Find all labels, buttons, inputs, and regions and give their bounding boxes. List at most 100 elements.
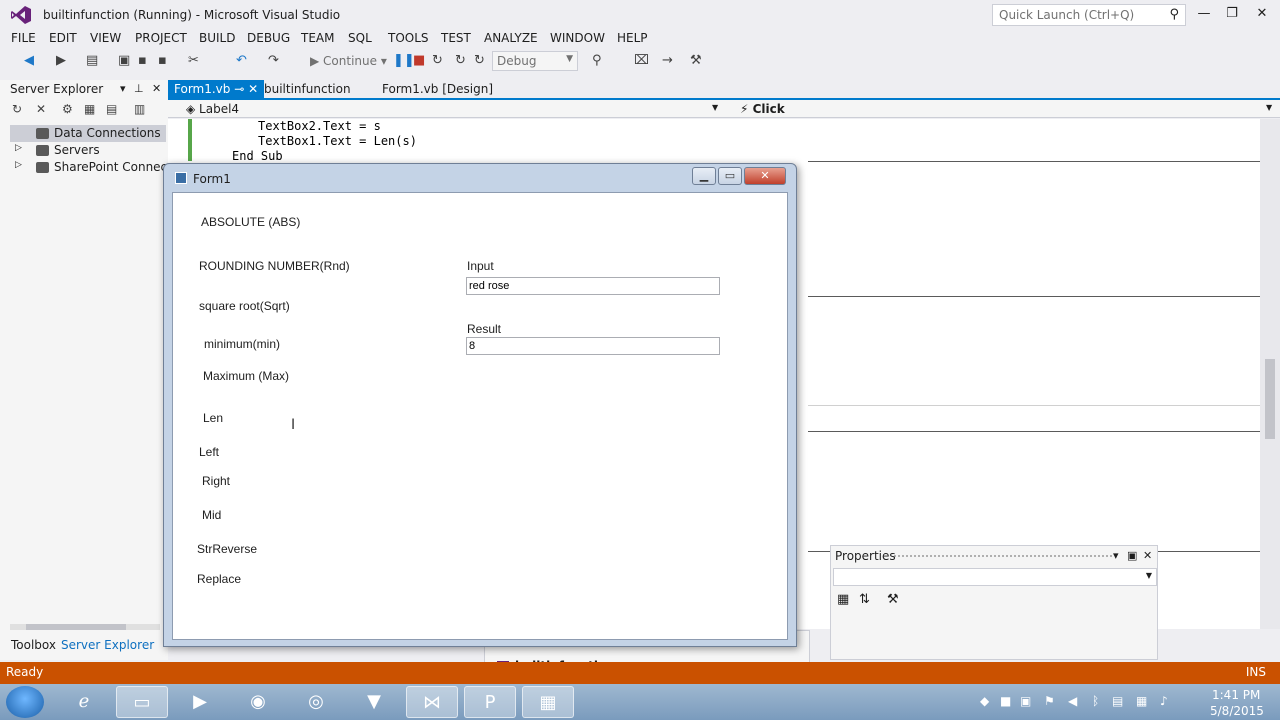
redo-icon[interactable]: ↷	[268, 53, 279, 69]
close-icon[interactable]: ✕	[744, 167, 786, 185]
chrome-icon[interactable]: ◎	[290, 686, 342, 718]
scrollbar-thumb[interactable]	[1265, 359, 1275, 439]
close-icon[interactable]: ✕	[248, 82, 258, 96]
menu-build[interactable]: BUILD	[199, 31, 235, 45]
property-pages-icon[interactable]: ⚒	[887, 592, 899, 607]
menu-tools[interactable]: TOOLS	[388, 31, 429, 45]
menu-analyze[interactable]: ANALYZE	[484, 31, 538, 45]
tray-app-icon[interactable]: ■	[1000, 694, 1011, 708]
navigate-icon[interactable]: →	[662, 53, 673, 69]
open-file-icon[interactable]: ▣	[118, 53, 130, 69]
label-len[interactable]: Len	[203, 411, 223, 425]
firefox-icon[interactable]: ◉	[232, 686, 284, 718]
clock-time[interactable]: 1:41 PM	[1212, 688, 1260, 702]
save-all-icon[interactable]: ▪	[158, 53, 167, 69]
find-icon[interactable]: ⚲	[592, 53, 602, 69]
bookmark-icon[interactable]: ⌧	[634, 53, 649, 69]
menu-sql[interactable]: SQL	[348, 31, 372, 45]
file-explorer-icon[interactable]: ▭	[116, 686, 168, 718]
object-selector[interactable]: ▼	[833, 568, 1157, 586]
maximize-icon[interactable]: ▣	[1127, 549, 1137, 562]
volume-icon[interactable]: ◀	[1068, 694, 1077, 708]
media-player-icon[interactable]: ▶	[174, 686, 226, 718]
categorized-icon[interactable]: ▦	[837, 592, 849, 607]
label-mid[interactable]: Mid	[202, 508, 221, 522]
search-icon[interactable]: ⚲	[1169, 7, 1179, 22]
dropdown-icon[interactable]: ▾	[120, 82, 126, 95]
label-min[interactable]: minimum(min)	[204, 337, 280, 351]
object-dropdown[interactable]: ◈ Label4	[186, 102, 239, 116]
minimize-icon[interactable]: —	[1190, 4, 1218, 24]
back-icon[interactable]: ◀	[24, 53, 34, 69]
properties-icon[interactable]: ▥	[134, 102, 145, 116]
connect-server-icon[interactable]: ▦	[84, 102, 95, 116]
close-icon[interactable]: ✕	[152, 82, 161, 95]
label-rnd[interactable]: ROUNDING NUMBER(Rnd)	[199, 259, 350, 273]
tray-app-icon[interactable]: ◆	[980, 694, 989, 708]
restore-icon[interactable]: ❐	[1218, 4, 1246, 24]
expand-icon[interactable]: ▷	[15, 160, 22, 170]
quick-launch-input[interactable]: Quick Launch (Ctrl+Q) ⚲	[992, 4, 1186, 26]
menu-help[interactable]: HELP	[617, 31, 648, 45]
tab-toolbox[interactable]: Toolbox	[11, 638, 56, 652]
menu-team[interactable]: TEAM	[301, 31, 334, 45]
label-right[interactable]: Right	[202, 474, 230, 488]
cut-icon[interactable]: ✂	[188, 53, 199, 69]
tree-item-data-connections[interactable]: Data Connections	[10, 125, 166, 142]
label-left[interactable]: Left	[199, 445, 219, 459]
tree-item-sharepoint[interactable]: ▷ SharePoint Connectio	[10, 159, 166, 176]
bluetooth-icon[interactable]: ᛒ	[1092, 694, 1099, 708]
tree-item-servers[interactable]: ▷ Servers	[10, 142, 166, 159]
pin-icon[interactable]: ⊥	[134, 82, 144, 95]
refresh-icon[interactable]: ↻	[474, 53, 485, 69]
running-form-taskbar-icon[interactable]: ▦	[522, 686, 574, 718]
stop-icon[interactable]: ✕	[36, 102, 46, 116]
minimize-icon[interactable]: ▁	[692, 167, 716, 185]
tab-builtinfunction[interactable]: builtinfunction	[258, 80, 357, 98]
chevron-down-icon[interactable]: ▼	[1266, 103, 1272, 112]
menu-file[interactable]: FILE	[11, 31, 36, 45]
connect-database-icon[interactable]: ⚙	[62, 102, 73, 116]
tray-app-icon[interactable]: ▣	[1020, 694, 1031, 708]
label-sqrt[interactable]: square root(Sqrt)	[199, 299, 290, 313]
menu-debug[interactable]: DEBUG	[247, 31, 290, 45]
menu-project[interactable]: PROJECT	[135, 31, 187, 45]
show-next-statement-icon[interactable]: ↻	[455, 53, 466, 69]
label-max[interactable]: Maximum (Max)	[203, 369, 289, 383]
undo-icon[interactable]: ↶	[236, 53, 247, 69]
expand-icon[interactable]: ▷	[15, 143, 22, 153]
form1-title-bar[interactable]: Form1 ▁ ▭ ✕	[164, 164, 796, 192]
result-textbox[interactable]: 8	[466, 337, 720, 355]
start-button[interactable]	[6, 686, 44, 718]
network-icon[interactable]: ▤	[1112, 694, 1123, 708]
panel-grip[interactable]	[893, 554, 1113, 559]
input-textbox[interactable]: red rose	[466, 277, 720, 295]
tab-server-explorer[interactable]: Server Explorer	[61, 638, 154, 652]
menu-edit[interactable]: EDIT	[49, 31, 77, 45]
horizontal-scrollbar[interactable]	[10, 624, 160, 630]
maximize-icon[interactable]: ▭	[718, 167, 742, 185]
vertical-scrollbar[interactable]	[1260, 119, 1280, 629]
dropdown-icon[interactable]: ▾	[1113, 549, 1119, 562]
continue-button[interactable]: ▶ Continue ▾	[310, 54, 387, 68]
solution-configuration-select[interactable]: Debug ▼	[492, 51, 578, 71]
device-icon[interactable]: ▦	[1136, 694, 1147, 708]
label-strreverse[interactable]: StrReverse	[197, 542, 257, 556]
flag-icon[interactable]: ⚑	[1044, 694, 1055, 708]
clock-date[interactable]: 5/8/2015	[1210, 704, 1264, 718]
connect-sharepoint-icon[interactable]: ▤	[106, 102, 117, 116]
alphabetical-icon[interactable]: ⇅	[859, 592, 870, 607]
event-dropdown[interactable]: ⚡ Click	[740, 102, 785, 116]
close-icon[interactable]: ✕	[1248, 4, 1276, 24]
label-abs[interactable]: ABSOLUTE (ABS)	[201, 215, 300, 229]
tab-form1-design[interactable]: Form1.vb [Design]	[376, 80, 499, 98]
tab-form1-vb[interactable]: Form1.vb ⊸ ✕	[168, 80, 265, 98]
internet-explorer-icon[interactable]: ℯ	[58, 686, 110, 718]
menu-window[interactable]: WINDOW	[550, 31, 605, 45]
powerpoint-icon[interactable]: P	[464, 686, 516, 718]
close-icon[interactable]: ✕	[1143, 549, 1152, 562]
toolbar-options-icon[interactable]: ⚒	[690, 53, 702, 69]
refresh-icon[interactable]: ↻	[12, 102, 22, 116]
menu-test[interactable]: TEST	[441, 31, 471, 45]
visual-studio-taskbar-icon[interactable]: ⋈	[406, 686, 458, 718]
